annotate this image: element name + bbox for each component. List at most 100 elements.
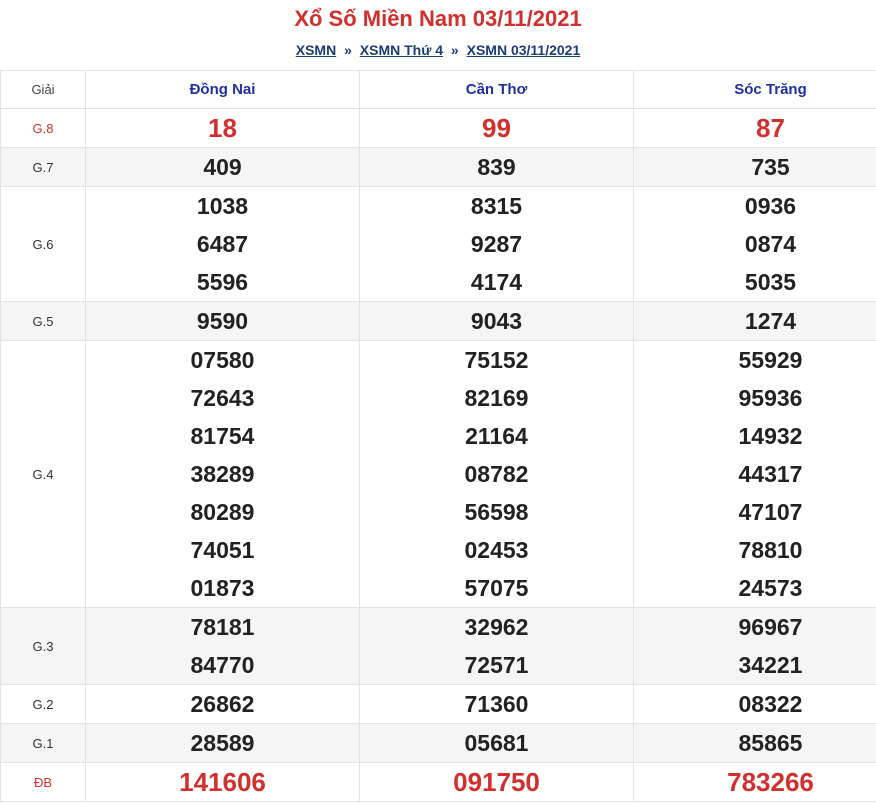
prize-label: G.3 — [0, 607, 86, 685]
prize-number: 5035 — [744, 269, 797, 295]
prize-cell: 0936 0874 5035 — [633, 186, 876, 302]
prize-number: 26862 — [190, 691, 255, 717]
results-table: Giải Đồng Nai Cần Thơ Sóc Trăng G.8 18 99 8… — [0, 70, 876, 802]
prize-number: 08322 — [738, 691, 803, 717]
prize-number: 1038 — [196, 193, 249, 219]
prize-cell: 839 — [359, 147, 634, 187]
prize-cell: 55929 95936 14932 44317 47107 78810 24573 — [633, 340, 876, 608]
page-title: Xổ Số Miền Nam 03/11/2021 — [294, 6, 582, 31]
prize-number: 95936 — [738, 385, 803, 411]
prize-number: 9590 — [196, 308, 249, 334]
breadcrumb-separator: » — [344, 42, 352, 58]
province-header-dong-nai[interactable]: Đồng Nai — [85, 70, 360, 109]
prize-number: 0874 — [744, 231, 797, 257]
prize-cell: 091750 — [359, 762, 634, 802]
results-page: Xổ Số Miền Nam 03/11/2021 XSMN » XSMN Th… — [0, 0, 876, 802]
prize-row: G.7 409 839 735 — [0, 147, 876, 187]
province-header-soc-trang: Sóc Trăng — [633, 70, 876, 109]
prize-number: 55929 — [738, 347, 803, 373]
prize-number: 9287 — [470, 231, 523, 257]
prize-cell: 141606 — [85, 762, 360, 802]
prize-cell: 409 — [85, 147, 360, 187]
prize-number: 72571 — [464, 652, 529, 678]
prize-row: G.1 28589 05681 85865 — [0, 723, 876, 763]
prize-label: G.7 — [0, 147, 86, 187]
prize-number: 9043 — [470, 308, 523, 334]
prize-number: 1274 — [744, 308, 797, 334]
prize-row: G.2 26862 71360 08322 — [0, 684, 876, 724]
breadcrumb-link-xsmn-date[interactable]: XSMN 03/11/2021 — [467, 42, 581, 58]
prize-number: 5596 — [196, 269, 249, 295]
prize-cell: 87 — [633, 108, 876, 148]
prize-cell: 8315 9287 4174 — [359, 186, 634, 302]
prize-number: 38289 — [190, 461, 255, 487]
prize-label: G.4 — [0, 340, 86, 608]
prize-number: 091750 — [453, 767, 540, 797]
prize-number: 87 — [756, 113, 785, 143]
prize-row: G.5 9590 9043 1274 — [0, 301, 876, 341]
prize-cell: 26862 — [85, 684, 360, 724]
prize-number: 18 — [208, 113, 237, 143]
prize-label: G.2 — [0, 684, 86, 724]
prize-number: 32962 — [464, 614, 529, 640]
prize-number: 14932 — [738, 423, 803, 449]
prize-number: 735 — [751, 154, 790, 180]
breadcrumb-separator: » — [450, 42, 459, 58]
prize-cell: 99 — [359, 108, 634, 148]
breadcrumb-link-xsmn[interactable]: XSMN — [296, 42, 336, 58]
prize-number: 47107 — [738, 499, 803, 525]
prize-label: G.1 — [0, 723, 86, 763]
prize-number: 80289 — [190, 499, 255, 525]
prize-cell: 96967 34221 — [633, 607, 876, 685]
prize-number: 81754 — [190, 423, 255, 449]
prize-number: 8315 — [470, 193, 523, 219]
prize-number: 6487 — [196, 231, 249, 257]
prize-number: 01873 — [190, 575, 255, 601]
prize-number: 34221 — [738, 652, 803, 678]
prize-row: ĐB 141606 091750 783266 — [0, 762, 876, 802]
prize-number: 71360 — [464, 691, 529, 717]
prize-label: G.5 — [0, 301, 86, 341]
prize-cell: 28589 — [85, 723, 360, 763]
prize-cell: 32962 72571 — [359, 607, 634, 685]
prize-cell: 78181 84770 — [85, 607, 360, 685]
prize-label: G.8 — [0, 108, 86, 148]
prize-number: 28589 — [190, 730, 255, 756]
prize-column-header: Giải — [0, 70, 86, 109]
prize-number: 839 — [477, 154, 516, 180]
prize-cell: 07580 72643 81754 38289 80289 74051 01873 — [85, 340, 360, 608]
prize-label: G.6 — [0, 186, 86, 302]
breadcrumb-link-xsmn-thu4[interactable]: XSMN Thứ 4 — [360, 42, 443, 58]
prize-label: ĐB — [0, 762, 86, 802]
prize-cell: 1038 6487 5596 — [85, 186, 360, 302]
prize-row: G.8 18 99 87 — [0, 108, 876, 148]
prize-cell: 9590 — [85, 301, 360, 341]
prize-number: 78810 — [738, 537, 803, 563]
table-header-row: Giải Đồng Nai Cần Thơ Sóc Trăng — [0, 70, 876, 109]
prize-number: 74051 — [190, 537, 255, 563]
province-header-can-tho[interactable]: Cần Thơ — [359, 70, 634, 109]
prize-row: G.3 78181 84770 32962 72571 96967 34221 — [0, 607, 876, 685]
prize-number: 24573 — [738, 575, 803, 601]
prize-number: 07580 — [190, 347, 255, 373]
prize-number: 78181 — [190, 614, 255, 640]
prize-cell: 05681 — [359, 723, 634, 763]
prize-number: 02453 — [464, 537, 529, 563]
prize-number: 82169 — [464, 385, 529, 411]
prize-cell: 75152 82169 21164 08782 56598 02453 57075 — [359, 340, 634, 608]
prize-cell: 1274 — [633, 301, 876, 341]
prize-number: 72643 — [190, 385, 255, 411]
prize-number: 21164 — [465, 423, 528, 449]
prize-cell: 18 — [85, 108, 360, 148]
prize-number: 0936 — [744, 193, 797, 219]
prize-number: 783266 — [727, 767, 814, 797]
prize-number: 4174 — [470, 269, 523, 295]
prize-number: 85865 — [738, 730, 803, 756]
prize-cell: 85865 — [633, 723, 876, 763]
prize-row: G.4 07580 72643 81754 38289 80289 74051 01873 75… — [0, 340, 876, 608]
prize-number: 99 — [482, 113, 511, 143]
prize-number: 409 — [203, 154, 242, 180]
prize-number: 84770 — [190, 652, 255, 678]
prize-number: 96967 — [738, 614, 803, 640]
prize-number: 141606 — [179, 767, 266, 797]
